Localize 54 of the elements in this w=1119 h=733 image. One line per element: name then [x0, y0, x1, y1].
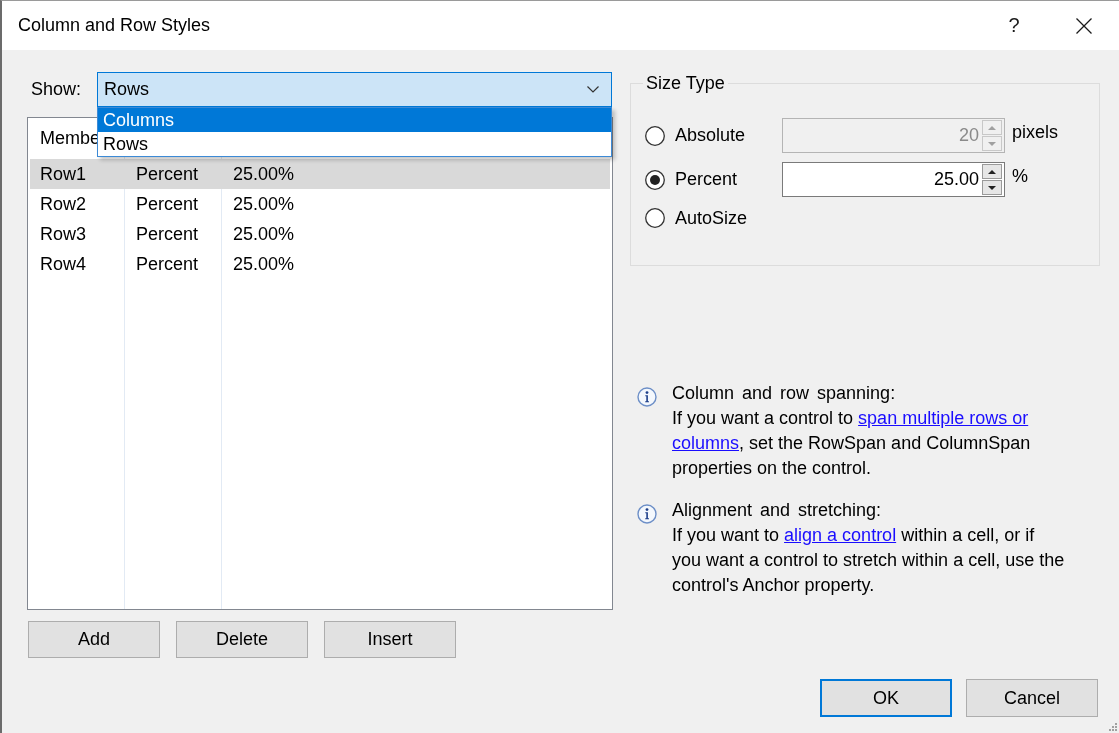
- spin-down-button[interactable]: [982, 180, 1002, 195]
- help-link[interactable]: columns: [672, 433, 740, 453]
- unit-label: %: [1012, 166, 1028, 187]
- help-link[interactable]: align a control: [784, 525, 897, 545]
- dialog-button[interactable]: OK: [820, 679, 952, 717]
- list-cell-text: 25.00%: [232, 223, 295, 245]
- list-row[interactable]: Row4 Percent 25.00%: [30, 249, 610, 279]
- note-text: If you want a control to span multiple rows or columns, set the RowSpan and ColumnSpan properties on the control.: [672, 407, 1031, 480]
- list-cell-text: Row1: [39, 163, 87, 185]
- list-row[interactable]: Row2 Percent 25.00%: [30, 189, 610, 219]
- list-cell-text: Percent: [135, 193, 199, 215]
- resize-grip-icon[interactable]: [1108, 722, 1117, 731]
- close-icon: [1076, 17, 1092, 34]
- list-cell-text: 25.00%: [232, 193, 295, 215]
- unit-label: pixels: [1012, 122, 1059, 143]
- list-row[interactable]: Row3 Percent 25.00%: [30, 219, 610, 249]
- list-cell-text: Percent: [135, 223, 199, 245]
- number-field[interactable]: 25.00: [782, 162, 1005, 197]
- caret-up-icon: [988, 125, 996, 130]
- list-button[interactable]: Insert: [324, 621, 456, 658]
- caret-down-icon: [988, 141, 996, 146]
- caret-up-icon: [988, 169, 996, 174]
- list-cell-text: Row2: [39, 193, 87, 215]
- window-title: Column and Row Styles: [18, 15, 212, 36]
- radio-button[interactable]: [645, 169, 665, 190]
- note-text: If you want to align a control within a cell, or if you want a control to stretch within a cell, use the control's Anchor property.: [672, 524, 1065, 597]
- dropdown-option[interactable]: Rows: [98, 132, 611, 156]
- note-heading: Alignment and stretching:: [672, 499, 883, 522]
- radio-label[interactable]: AutoSize: [675, 207, 748, 229]
- list-cell-text: Percent: [135, 253, 199, 275]
- list-cell-text: Row3: [39, 223, 87, 245]
- radio-button[interactable]: [645, 208, 665, 228]
- help-link[interactable]: span multiple rows or: [858, 408, 1029, 428]
- spin-up-button[interactable]: [982, 164, 1002, 179]
- radio-label[interactable]: Percent: [675, 169, 738, 190]
- list-row[interactable]: Row1 Percent 25.00%: [30, 159, 610, 189]
- help-button[interactable]: ?: [979, 1, 1049, 50]
- list-cell-text: 25.00%: [232, 253, 295, 275]
- show-dropdown[interactable]: Rows: [97, 72, 612, 107]
- show-label: Show:: [30, 79, 83, 100]
- group-title: Size Type: [645, 72, 726, 94]
- list-cell-text: Row4: [39, 253, 87, 275]
- caret-down-icon: [988, 185, 996, 190]
- info-icon: [637, 387, 657, 407]
- note-heading: Column and row spanning:: [672, 382, 897, 405]
- dialog-button[interactable]: Cancel: [966, 679, 1098, 717]
- dropdown-option[interactable]: Columns: [98, 108, 611, 132]
- list-cell-text: Percent: [135, 163, 199, 185]
- list-cell-text: 25.00%: [232, 163, 295, 185]
- chevron-down-icon: [587, 86, 599, 93]
- list-button[interactable]: Add: [28, 621, 160, 658]
- list-button[interactable]: Delete: [176, 621, 308, 658]
- info-icon: [637, 504, 657, 524]
- column-header[interactable]: Membe: [40, 128, 101, 149]
